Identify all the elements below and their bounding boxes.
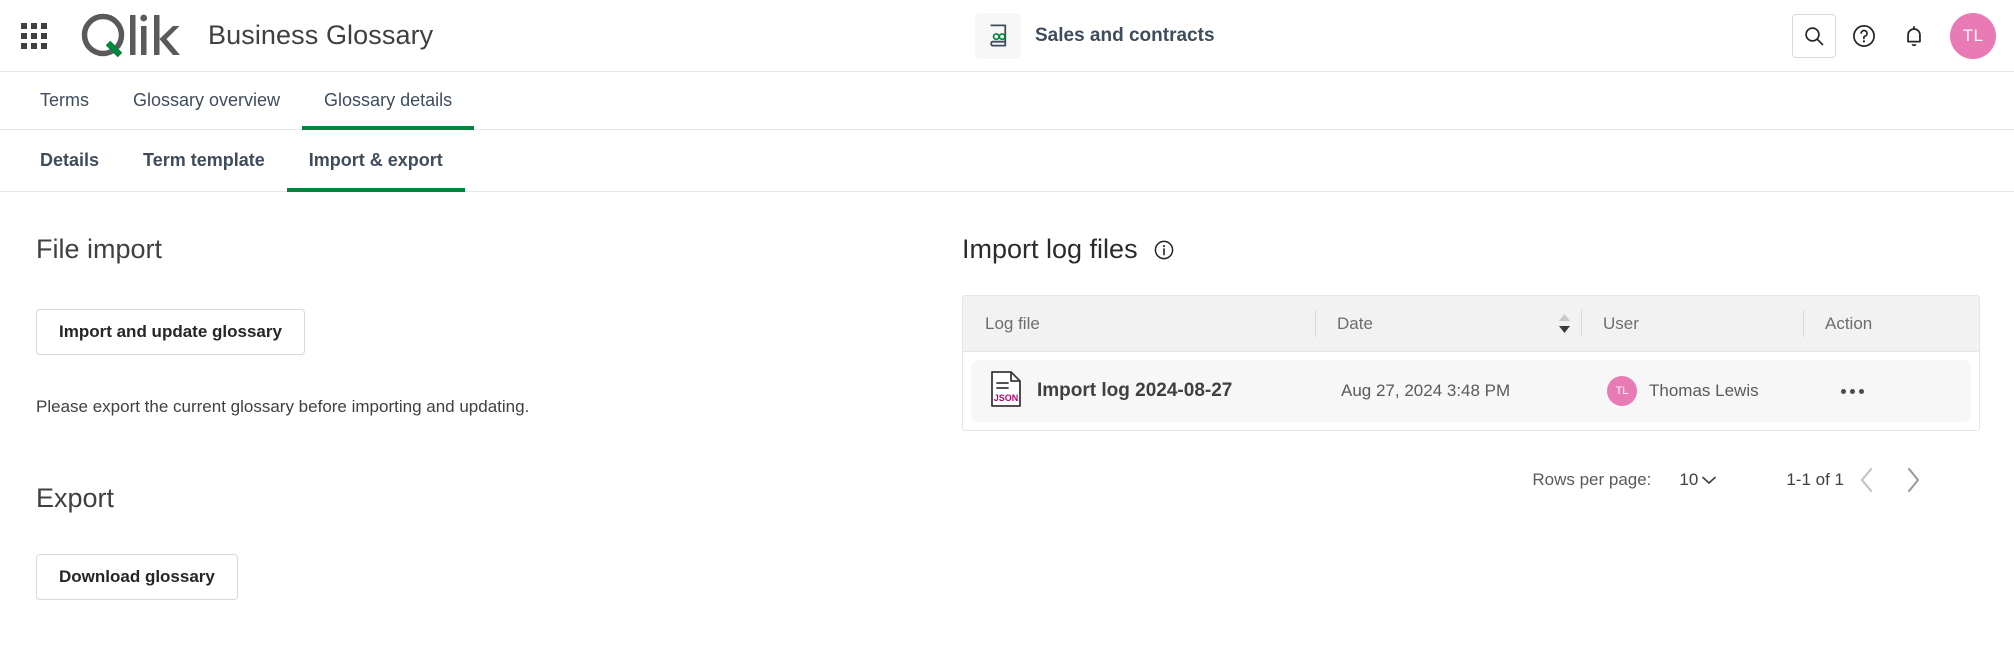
breadcrumb[interactable]: Sales and contracts [975, 13, 1215, 59]
top-header-bar: Business Glossary Sales and contracts [0, 0, 2014, 72]
download-glossary-button[interactable]: Download glossary [36, 554, 238, 600]
file-import-heading: File import [36, 234, 962, 265]
glossary-book-icon [975, 13, 1021, 59]
sort-arrows-icon[interactable] [1558, 314, 1571, 333]
breadcrumb-label: Sales and contracts [1035, 25, 1215, 47]
table-body: JSON Import log 2024-08-27 Aug 27, 2024 … [963, 352, 1979, 430]
info-circle-icon[interactable] [1152, 238, 1176, 262]
grid-apps-icon[interactable] [18, 20, 50, 52]
import-log-files-panel: Import log files Log file Date [962, 234, 2014, 600]
column-header-date-label: Date [1337, 314, 1373, 334]
column-header-user[interactable]: User [1581, 296, 1803, 351]
rows-per-page-label: Rows per page: [1532, 470, 1651, 490]
page-title: Business Glossary [208, 20, 433, 51]
header-actions: TL [1792, 13, 1996, 59]
table-pagination: Rows per page: 10 1-1 of 1 [962, 457, 1980, 503]
tab-term-template[interactable]: Term template [121, 130, 287, 191]
chevron-left-icon[interactable] [1844, 457, 1890, 503]
help-icon[interactable] [1842, 14, 1886, 58]
cell-date: Aug 27, 2024 3:48 PM [1323, 360, 1589, 422]
search-icon[interactable] [1792, 14, 1836, 58]
avatar[interactable]: TL [1950, 13, 1996, 59]
tab-terms[interactable]: Terms [18, 72, 111, 129]
tab-glossary-overview[interactable]: Glossary overview [111, 72, 302, 129]
import-hint-text: Please export the current glossary befor… [36, 397, 962, 417]
column-header-action: Action [1803, 296, 1963, 351]
user-avatar: TL [1607, 376, 1637, 406]
pagination-range: 1-1 of 1 [1786, 470, 1844, 490]
log-file-date: Aug 27, 2024 3:48 PM [1341, 381, 1510, 401]
column-header-log-file[interactable]: Log file [963, 296, 1315, 351]
cell-action [1811, 360, 1971, 422]
import-log-table: Log file Date User Action [962, 295, 1980, 431]
svg-text:JSON: JSON [994, 393, 1019, 403]
cell-user: TL Thomas Lewis [1589, 360, 1811, 422]
secondary-tab-bar: Details Term template Import & export [0, 130, 2014, 192]
json-file-icon: JSON [989, 370, 1023, 413]
cell-log-file: JSON Import log 2024-08-27 [971, 360, 1323, 422]
table-row[interactable]: JSON Import log 2024-08-27 Aug 27, 2024 … [971, 360, 1971, 422]
export-heading: Export [36, 483, 962, 514]
import-export-panel: File import Import and update glossary P… [0, 234, 962, 600]
log-file-name: Import log 2024-08-27 [1037, 380, 1232, 402]
import-log-files-title: Import log files [962, 234, 1138, 265]
qlik-logo[interactable] [78, 13, 182, 59]
notifications-bell-icon[interactable] [1892, 14, 1936, 58]
tab-glossary-details[interactable]: Glossary details [302, 72, 474, 129]
table-header-row: Log file Date User Action [963, 296, 1979, 352]
import-and-update-glossary-button[interactable]: Import and update glossary [36, 309, 305, 355]
kebab-menu-icon[interactable] [1837, 381, 1868, 402]
main-content: File import Import and update glossary P… [0, 192, 2014, 600]
export-section: Export Download glossary [36, 483, 962, 600]
tab-import-export[interactable]: Import & export [287, 130, 465, 191]
user-name: Thomas Lewis [1649, 381, 1759, 401]
column-header-date[interactable]: Date [1315, 296, 1581, 351]
chevron-down-icon [1702, 476, 1716, 485]
tab-details[interactable]: Details [18, 130, 121, 191]
rows-per-page-value: 10 [1679, 470, 1698, 490]
chevron-right-icon[interactable] [1890, 457, 1936, 503]
import-log-files-header: Import log files [962, 234, 1980, 265]
rows-per-page-select[interactable]: 10 [1679, 470, 1716, 490]
primary-tab-bar: Terms Glossary overview Glossary details [0, 72, 2014, 130]
